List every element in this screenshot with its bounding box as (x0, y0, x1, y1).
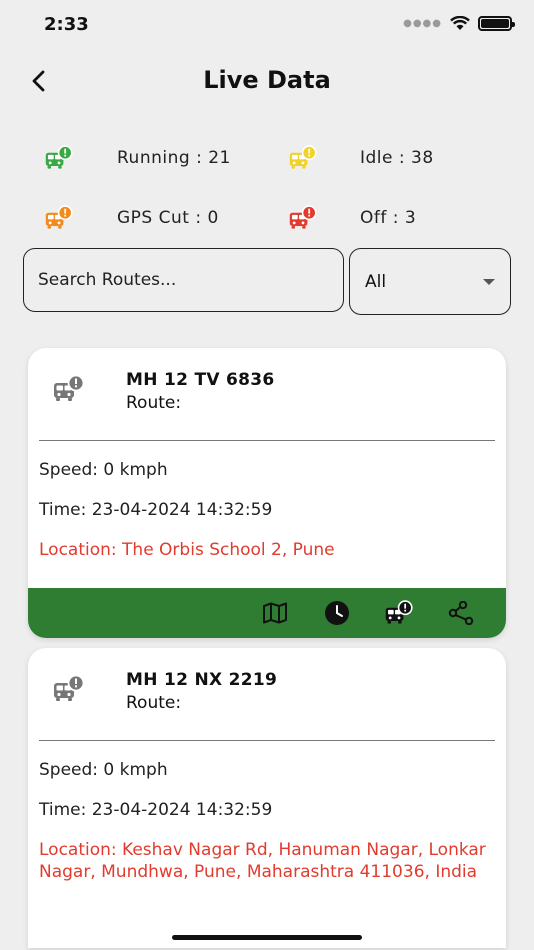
bus-idle-icon (288, 145, 318, 171)
stat-gps-cut-label: GPS Cut : 0 (117, 208, 219, 228)
status-icons: ●●●● (403, 16, 515, 31)
stat-idle[interactable]: Idle : 38 (288, 145, 434, 171)
status-bar: 2:33 ●●●● (0, 0, 534, 50)
clock-icon (325, 601, 349, 625)
home-indicator (172, 935, 362, 940)
vehicle-card[interactable]: MH 12 TV 6836 Route: Speed: 0 kmph Time:… (28, 348, 506, 638)
card-actions-bar (28, 588, 506, 638)
map-icon (263, 602, 287, 624)
page-title: Live Data (203, 66, 331, 94)
vehicle-location: Location: The Orbis School 2, Pune (39, 540, 335, 560)
stat-running[interactable]: Running : 21 (44, 145, 231, 171)
share-button[interactable] (430, 588, 492, 638)
vehicle-location: Location: Keshav Nagar Rd, Hanuman Nagar… (39, 840, 486, 882)
stat-idle-label: Idle : 38 (360, 148, 434, 168)
search-input[interactable] (38, 249, 329, 311)
battery-icon (478, 16, 515, 31)
wifi-icon (450, 16, 470, 30)
vehicle-number: MH 12 NX 2219 (126, 670, 278, 690)
app-header: Live Data (0, 58, 534, 104)
stat-gps-cut[interactable]: GPS Cut : 0 (44, 205, 219, 231)
divider (39, 440, 495, 441)
vehicle-time: Time: 23-04-2024 14:32:59 (39, 800, 273, 820)
vehicle-card[interactable]: MH 12 NX 2219 Route: Speed: 0 kmph Time:… (28, 648, 506, 948)
bus-alert-icon (384, 600, 414, 626)
bus-icon (52, 674, 86, 704)
stat-running-label: Running : 21 (117, 148, 231, 168)
signal-icon: ●●●● (403, 18, 442, 29)
chevron-down-icon (483, 278, 495, 285)
map-button[interactable] (244, 588, 306, 638)
status-time: 2:33 (44, 14, 89, 35)
bus-running-icon (44, 145, 74, 171)
vehicle-speed: Speed: 0 kmph (39, 460, 168, 480)
share-icon (448, 601, 474, 625)
search-routes-box[interactable] (23, 248, 344, 312)
bus-gps-cut-icon (44, 205, 74, 231)
divider (39, 740, 495, 741)
history-button[interactable] (306, 588, 368, 638)
status-filter-dropdown[interactable]: All (349, 248, 511, 315)
vehicle-time: Time: 23-04-2024 14:32:59 (39, 500, 273, 520)
vehicle-speed: Speed: 0 kmph (39, 760, 168, 780)
stat-off-label: Off : 3 (360, 208, 417, 228)
vehicle-route: Route: (126, 393, 182, 413)
vehicle-number: MH 12 TV 6836 (126, 370, 275, 390)
bus-status-button[interactable] (368, 588, 430, 638)
bus-off-icon (288, 205, 318, 231)
filter-selected-value: All (365, 271, 387, 292)
stat-off[interactable]: Off : 3 (288, 205, 416, 231)
vehicle-route: Route: (126, 693, 182, 713)
bus-icon (52, 374, 86, 404)
